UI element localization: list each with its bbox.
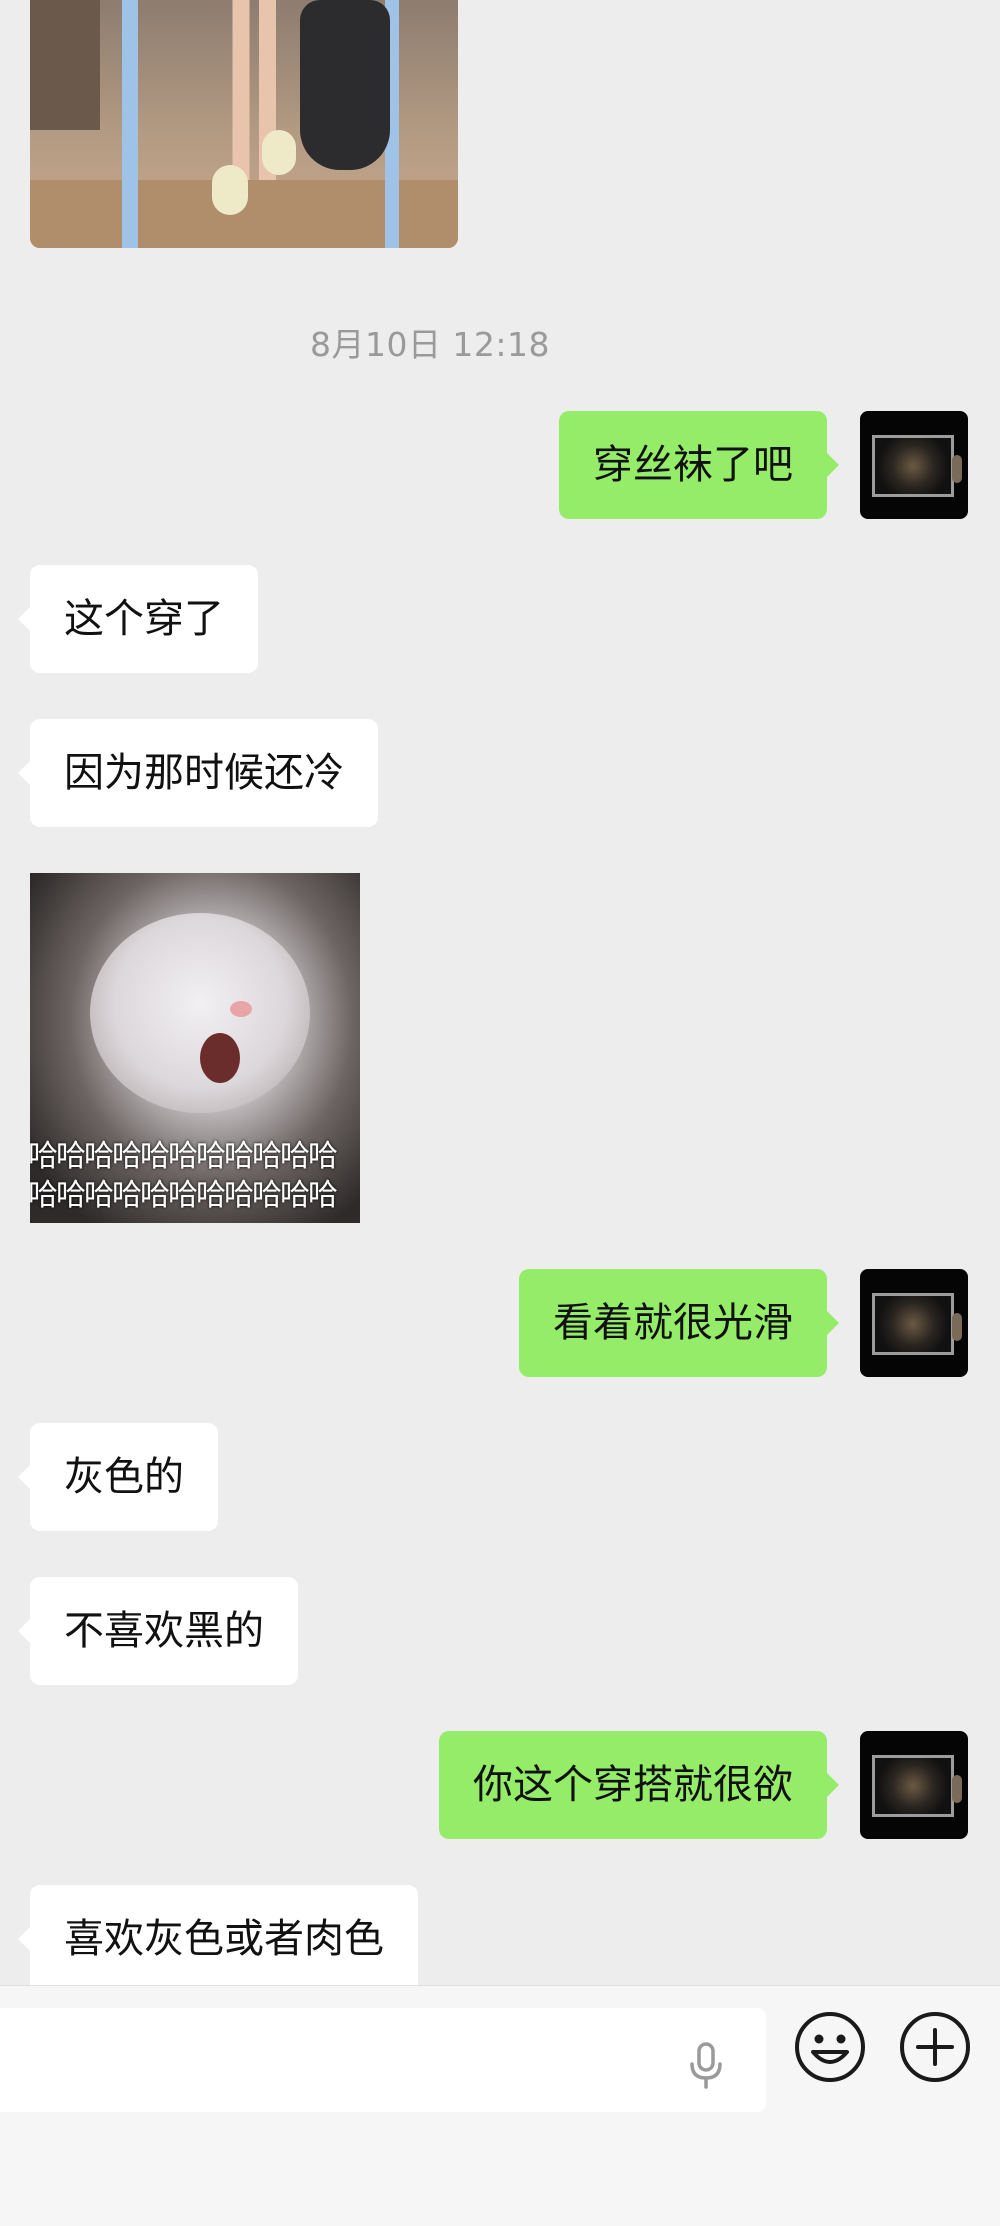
message-input[interactable] — [0, 2008, 766, 2112]
photo-clothes — [300, 0, 390, 170]
avatar-figure — [952, 1313, 962, 1341]
input-bar — [0, 1985, 1000, 2226]
avatar-figure — [952, 1775, 962, 1803]
message-bubble-outgoing[interactable]: 你这个穿搭就很欲 — [439, 1731, 839, 1839]
avatar-image — [872, 1293, 954, 1355]
user-avatar[interactable] — [860, 1269, 968, 1377]
message-timestamp: 8月10日 12:18 — [309, 325, 551, 364]
user-avatar[interactable] — [860, 411, 968, 519]
sticker-caption: 哈哈哈哈哈哈哈哈哈哈哈 — [30, 1178, 338, 1213]
message-bubble-incoming[interactable]: 不喜欢黑的 — [18, 1577, 298, 1685]
message-bubble-outgoing[interactable]: 看着就很光滑 — [519, 1269, 839, 1377]
user-avatar[interactable] — [860, 1731, 968, 1839]
avatar-image — [872, 435, 954, 497]
cat-mouth — [200, 1033, 240, 1083]
avatar-figure — [952, 455, 962, 483]
avatar-image — [872, 1755, 954, 1817]
emoji-icon[interactable] — [793, 2010, 867, 2084]
cat-sticker[interactable]: 哈哈哈哈哈哈哈哈哈哈哈 哈哈哈哈哈哈哈哈哈哈哈 — [30, 873, 360, 1223]
sticker-caption: 哈哈哈哈哈哈哈哈哈哈哈 — [30, 1139, 338, 1174]
message-bubble-incoming[interactable]: 灰色的 — [18, 1423, 218, 1531]
message-bubble-outgoing[interactable]: 穿丝袜了吧 — [559, 411, 839, 519]
photo-mirror-frame — [122, 0, 138, 248]
photo-message[interactable] — [30, 0, 458, 248]
photo-shoe — [262, 130, 296, 175]
photo-door — [30, 0, 100, 130]
photo-shoe — [212, 165, 248, 215]
message-bubble-incoming[interactable]: 喜欢灰色或者肉色 — [18, 1885, 418, 1985]
cat-nose — [230, 1001, 252, 1017]
chat-history[interactable]: 8月10日 12:18 穿丝袜了吧 这个穿了 因为那时候还冷 哈哈哈哈哈哈哈哈哈… — [0, 0, 1000, 1985]
message-bubble-incoming[interactable]: 这个穿了 — [18, 565, 258, 673]
microphone-icon[interactable] — [686, 2042, 726, 2090]
plus-icon[interactable] — [898, 2010, 972, 2084]
cat-head — [90, 913, 310, 1113]
message-bubble-incoming[interactable]: 因为那时候还冷 — [18, 719, 378, 827]
